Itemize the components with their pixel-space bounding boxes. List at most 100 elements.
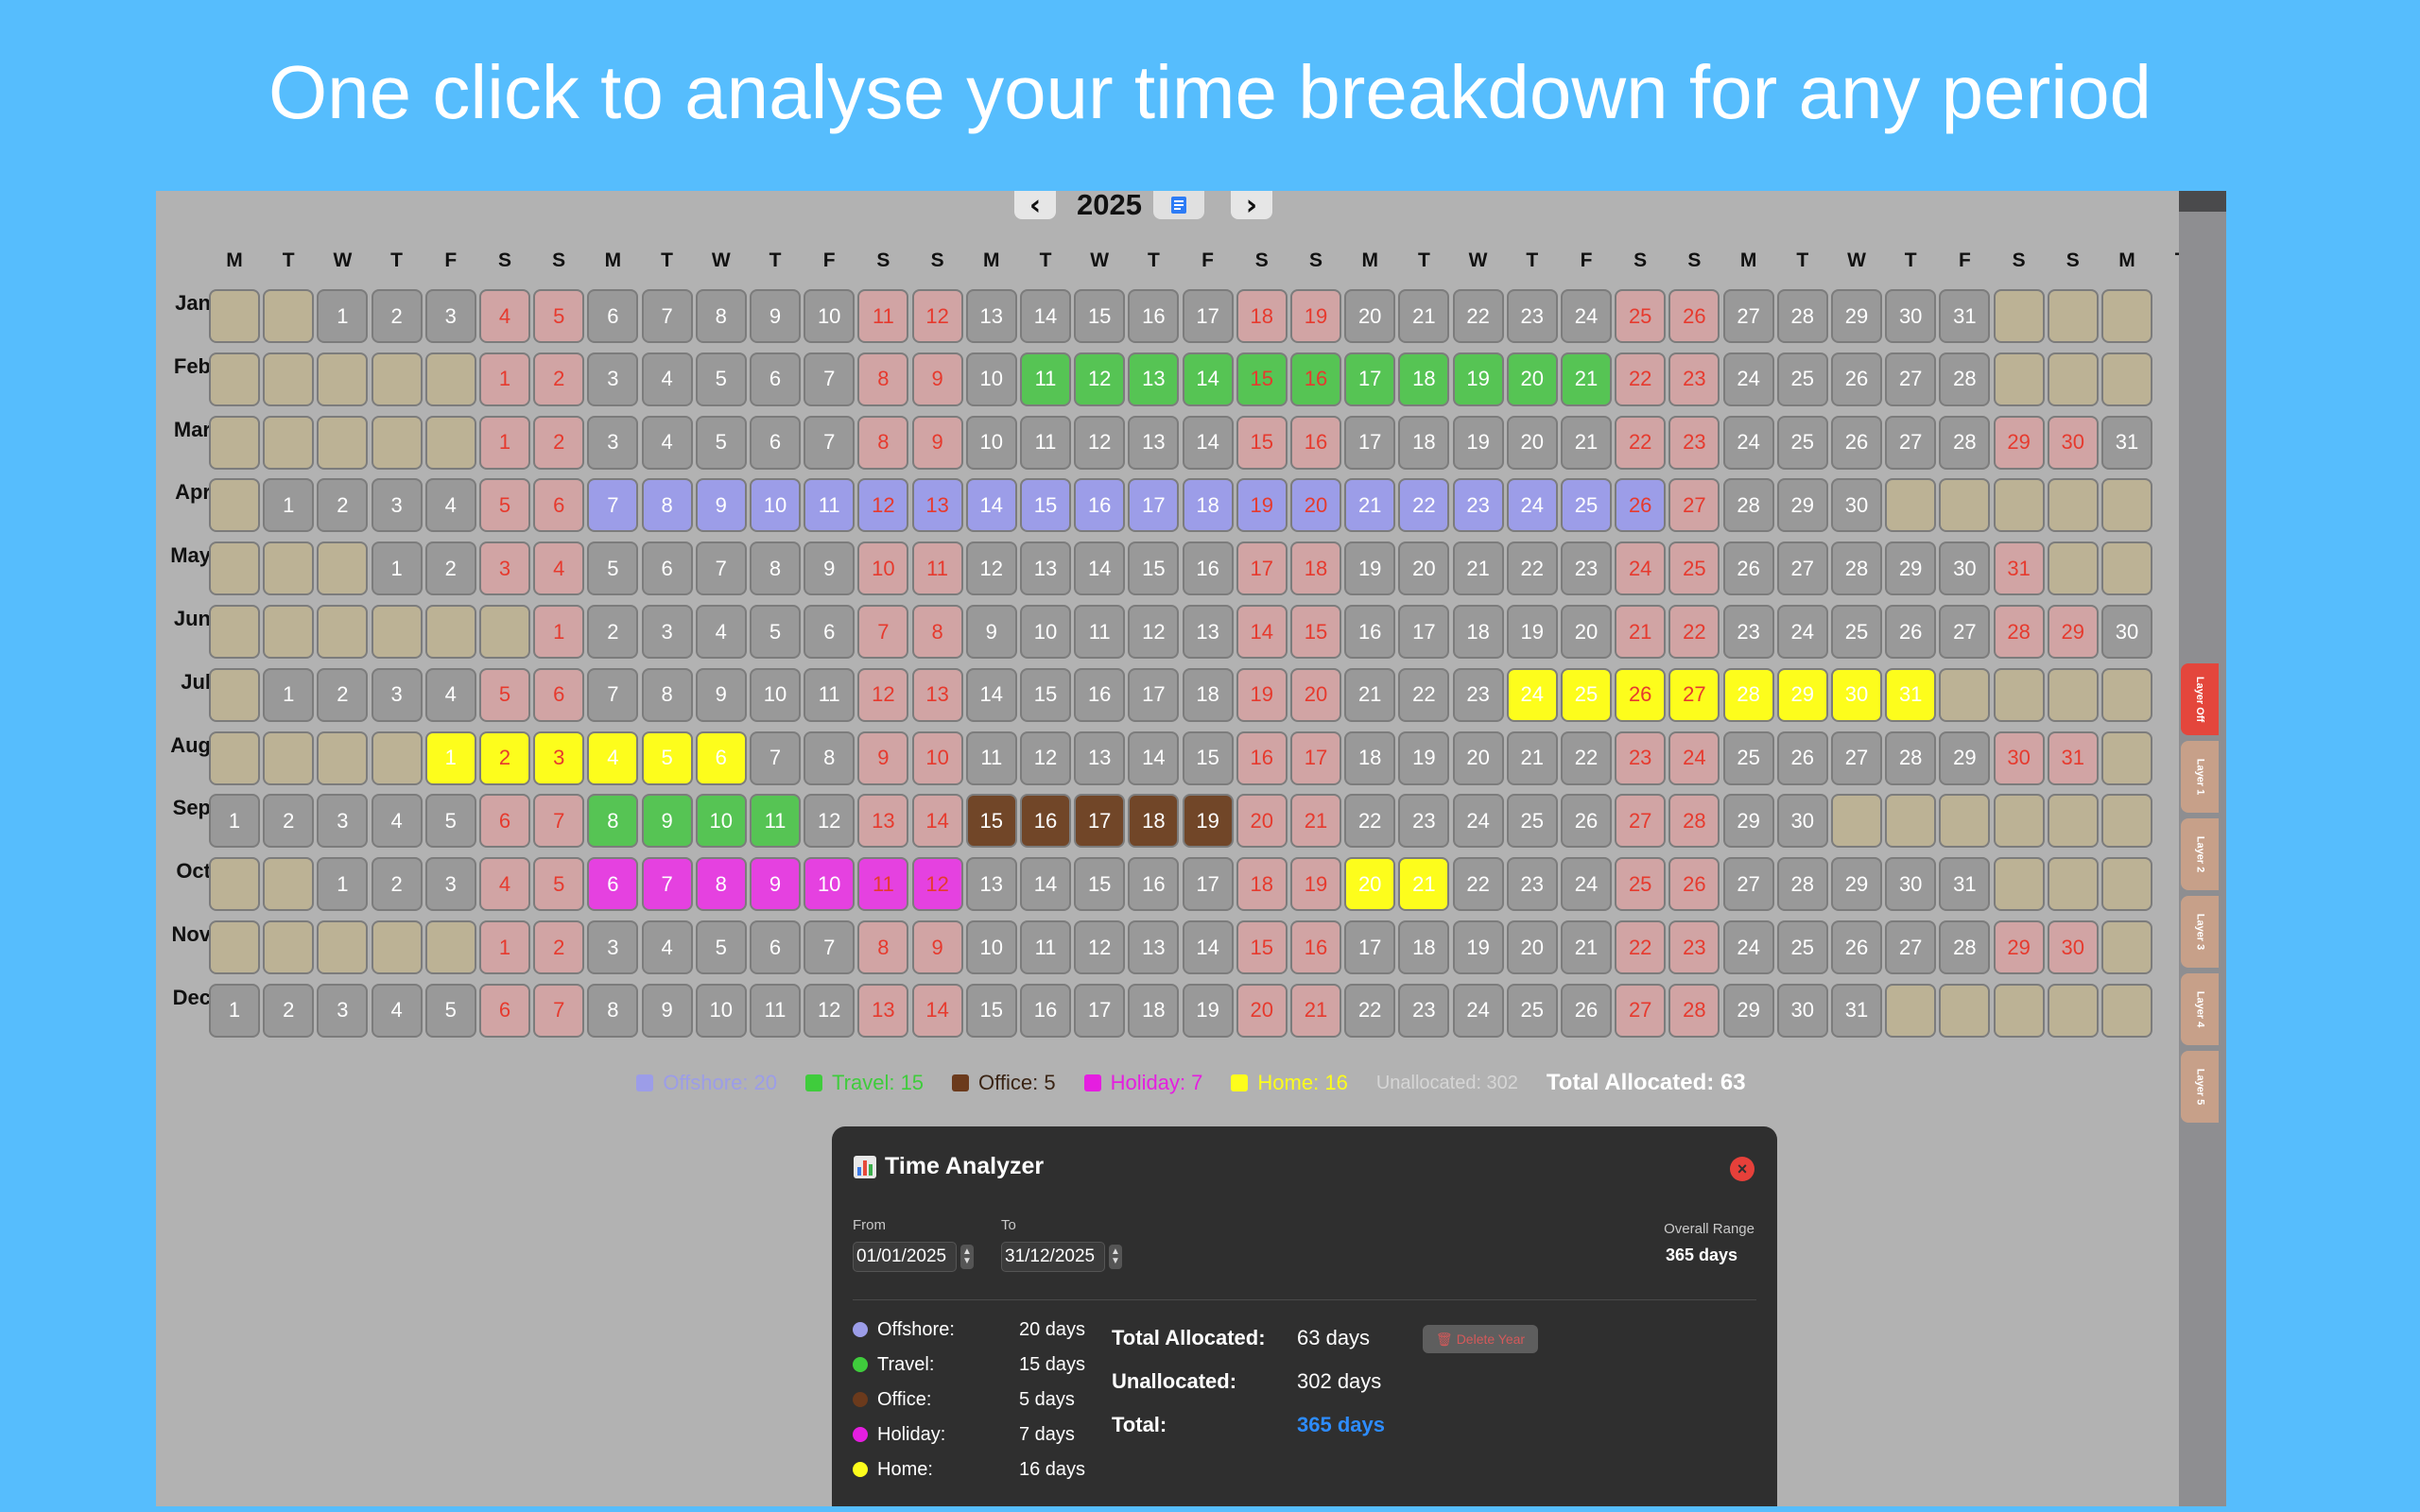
day-cell[interactable]: 17 (1344, 415, 1396, 470)
day-cell[interactable]: 29 (1776, 478, 1828, 533)
day-cell[interactable]: 28 (1885, 730, 1937, 785)
day-cell[interactable]: 12 (911, 857, 963, 912)
day-cell[interactable]: 5 (695, 920, 747, 974)
day-cell[interactable]: 3 (424, 857, 476, 912)
day-cell[interactable]: 26 (1831, 352, 1882, 406)
day-cell[interactable]: 3 (317, 983, 369, 1038)
day-cell[interactable]: 22 (1506, 541, 1558, 596)
day-cell[interactable]: 7 (695, 541, 747, 596)
day-cell[interactable]: 14 (1236, 605, 1288, 659)
day-cell[interactable]: 6 (695, 730, 747, 785)
day-cell[interactable]: 16 (1128, 289, 1180, 343)
day-cell[interactable]: 21 (1561, 352, 1612, 406)
day-cell[interactable]: 19 (1236, 478, 1288, 533)
day-cell[interactable]: 16 (1290, 352, 1341, 406)
day-cell[interactable]: 8 (857, 920, 909, 974)
day-cell[interactable]: 28 (1939, 920, 1991, 974)
day-cell[interactable]: 30 (1776, 983, 1828, 1038)
day-cell[interactable]: 11 (857, 857, 909, 912)
day-cell[interactable]: 9 (965, 605, 1017, 659)
day-cell[interactable]: 7 (804, 352, 856, 406)
layer-tab-1[interactable]: Layer 1 (2181, 741, 2219, 813)
day-cell[interactable]: 23 (1398, 983, 1450, 1038)
day-cell[interactable]: 20 (1236, 794, 1288, 849)
day-cell[interactable]: 1 (533, 605, 585, 659)
day-cell[interactable]: 26 (1885, 605, 1937, 659)
day-cell[interactable]: 9 (641, 794, 693, 849)
day-cell[interactable]: 12 (1074, 352, 1126, 406)
day-cell[interactable]: 23 (1668, 352, 1720, 406)
day-cell[interactable]: 1 (424, 730, 476, 785)
day-cell[interactable]: 18 (1290, 541, 1341, 596)
day-cell[interactable]: 24 (1506, 478, 1558, 533)
day-cell[interactable]: 8 (804, 730, 856, 785)
day-cell[interactable]: 27 (1722, 289, 1774, 343)
day-cell[interactable]: 26 (1668, 289, 1720, 343)
day-cell[interactable]: 26 (1831, 415, 1882, 470)
day-cell[interactable]: 10 (750, 667, 801, 722)
day-cell[interactable]: 19 (1506, 605, 1558, 659)
day-cell[interactable]: 30 (1939, 541, 1991, 596)
day-cell[interactable]: 16 (1344, 605, 1396, 659)
day-cell[interactable]: 9 (641, 983, 693, 1038)
day-cell[interactable]: 7 (804, 415, 856, 470)
day-cell[interactable]: 6 (533, 478, 585, 533)
day-cell[interactable]: 27 (1885, 352, 1937, 406)
day-cell[interactable]: 19 (1344, 541, 1396, 596)
day-cell[interactable]: 29 (2047, 605, 2099, 659)
day-cell[interactable]: 21 (1561, 920, 1612, 974)
day-cell[interactable]: 2 (424, 541, 476, 596)
day-cell[interactable]: 13 (911, 478, 963, 533)
day-cell[interactable]: 17 (1074, 983, 1126, 1038)
day-cell[interactable]: 4 (641, 920, 693, 974)
day-cell[interactable]: 12 (804, 794, 856, 849)
day-cell[interactable]: 22 (1344, 794, 1396, 849)
day-cell[interactable]: 16 (1128, 857, 1180, 912)
day-cell[interactable]: 15 (1020, 478, 1071, 533)
day-cell[interactable]: 10 (965, 920, 1017, 974)
day-cell[interactable]: 12 (1074, 415, 1126, 470)
day-cell[interactable]: 10 (750, 478, 801, 533)
day-cell[interactable]: 18 (1398, 920, 1450, 974)
day-cell[interactable]: 11 (804, 667, 856, 722)
day-cell[interactable]: 31 (1885, 667, 1937, 722)
day-cell[interactable]: 14 (1182, 415, 1234, 470)
day-cell[interactable]: 17 (1182, 289, 1234, 343)
day-cell[interactable]: 18 (1128, 983, 1180, 1038)
day-cell[interactable]: 23 (1506, 857, 1558, 912)
day-cell[interactable]: 31 (1831, 983, 1882, 1038)
day-cell[interactable]: 24 (1452, 983, 1504, 1038)
day-cell[interactable]: 26 (1615, 478, 1667, 533)
day-cell[interactable]: 25 (1776, 415, 1828, 470)
day-cell[interactable]: 18 (1398, 352, 1450, 406)
day-cell[interactable]: 15 (1236, 415, 1288, 470)
day-cell[interactable]: 23 (1452, 478, 1504, 533)
day-cell[interactable]: 9 (695, 478, 747, 533)
day-cell[interactable]: 5 (750, 605, 801, 659)
day-cell[interactable]: 5 (695, 415, 747, 470)
day-cell[interactable]: 25 (1615, 289, 1667, 343)
day-cell[interactable]: 16 (1290, 920, 1341, 974)
day-cell[interactable]: 13 (1074, 730, 1126, 785)
day-cell[interactable]: 12 (857, 478, 909, 533)
day-cell[interactable]: 12 (857, 667, 909, 722)
day-cell[interactable]: 20 (1506, 415, 1558, 470)
day-cell[interactable]: 24 (1561, 289, 1612, 343)
layer-tab-0[interactable]: Layer Off (2181, 663, 2219, 735)
day-cell[interactable]: 3 (371, 667, 423, 722)
day-cell[interactable]: 28 (1939, 352, 1991, 406)
day-cell[interactable]: 14 (911, 983, 963, 1038)
day-cell[interactable]: 22 (1344, 983, 1396, 1038)
day-cell[interactable]: 25 (1615, 857, 1667, 912)
day-cell[interactable]: 27 (1776, 541, 1828, 596)
day-cell[interactable]: 5 (641, 730, 693, 785)
day-cell[interactable]: 11 (1020, 352, 1071, 406)
day-cell[interactable]: 4 (641, 415, 693, 470)
day-cell[interactable]: 16 (1020, 983, 1071, 1038)
day-cell[interactable]: 11 (750, 794, 801, 849)
day-cell[interactable]: 27 (1668, 667, 1720, 722)
day-cell[interactable]: 10 (911, 730, 963, 785)
day-cell[interactable]: 13 (1020, 541, 1071, 596)
day-cell[interactable]: 24 (1615, 541, 1667, 596)
day-cell[interactable]: 8 (641, 667, 693, 722)
